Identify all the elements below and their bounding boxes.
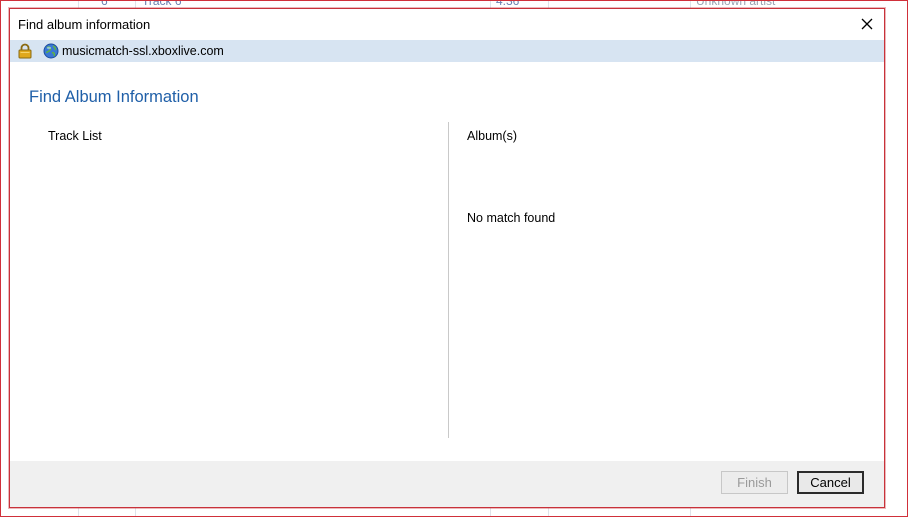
- bg-track-time: 4:36: [496, 0, 520, 8]
- find-album-dialog: Find album information musicmatch-ssl.xb…: [9, 8, 885, 508]
- address-url: musicmatch-ssl.xboxlive.com: [62, 44, 224, 58]
- address-bar: musicmatch-ssl.xboxlive.com: [10, 40, 884, 62]
- bg-track-artist: Unknown artist: [696, 0, 776, 8]
- close-button[interactable]: [856, 13, 878, 35]
- close-icon: [861, 18, 873, 30]
- column-divider: [448, 122, 449, 438]
- dialog-content: Find Album Information Track List Album(…: [10, 62, 884, 461]
- bg-track-row: 6 Track 6 4:36 Unknown artist: [0, 0, 908, 8]
- track-list-label: Track List: [48, 129, 102, 143]
- cancel-button[interactable]: Cancel: [797, 471, 864, 494]
- finish-button[interactable]: Finish: [721, 471, 788, 494]
- albums-label: Album(s): [467, 129, 518, 143]
- dialog-titlebar: Find album information: [10, 9, 884, 39]
- bg-track-title: Track 6: [142, 0, 182, 8]
- globe-icon: [43, 43, 59, 59]
- lock-icon: [18, 43, 32, 59]
- dialog-title: Find album information: [18, 17, 151, 32]
- albums-status-text: No match found: [467, 211, 556, 225]
- page-title: Find Album Information: [29, 88, 199, 106]
- dialog-footer: Finish Cancel: [10, 461, 884, 507]
- bg-track-number: 6: [101, 0, 108, 8]
